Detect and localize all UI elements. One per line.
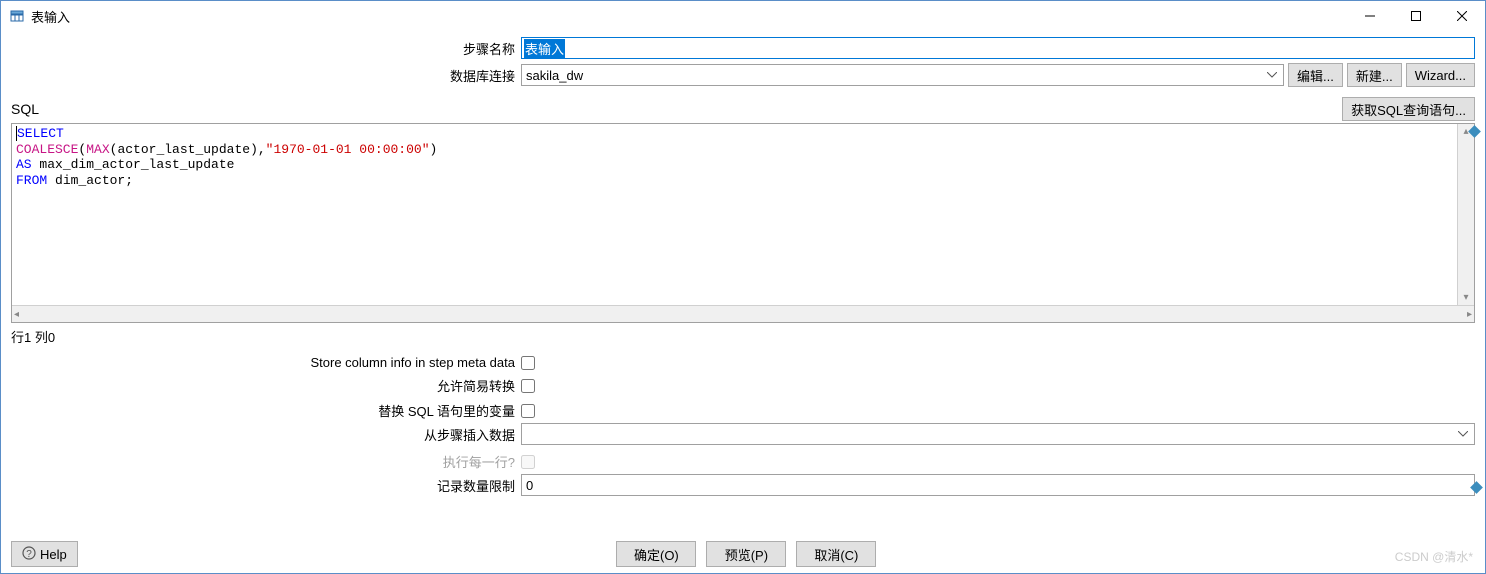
ok-button[interactable]: 确定(O) [616,541,696,567]
help-label: Help [40,547,67,562]
execute-each-row-label: 执行每一行? [11,452,521,471]
table-input-icon [9,8,25,24]
window-controls [1347,1,1485,31]
execute-each-row-row: 执行每一行? [11,452,1475,471]
help-button[interactable]: ? Help [11,541,78,567]
svg-text:?: ? [26,549,32,560]
bottom-bar: ? Help 确定(O) 预览(P) 取消(C) [1,535,1485,573]
insert-from-step-label: 从步骤插入数据 [11,425,521,444]
allow-lazy-row: 允许简易转换 [11,376,1475,395]
insert-from-step-select[interactable] [521,423,1475,445]
get-sql-button[interactable]: 获取SQL查询语句... [1342,97,1475,121]
minimize-button[interactable] [1347,1,1393,31]
close-button[interactable] [1439,1,1485,31]
replace-vars-row: 替换 SQL 语句里的变量 [11,401,1475,420]
store-meta-row: Store column info in step meta data [11,355,1475,370]
record-limit-label: 记录数量限制 [11,476,521,495]
sql-label: SQL [11,101,1342,117]
content-area: 步骤名称 表输入 数据库连接 sakila_dw 编辑... 新建... Wiz… [1,31,1485,535]
scroll-right-icon: ▸ [1467,309,1472,320]
step-name-label: 步骤名称 [11,39,521,58]
allow-lazy-label: 允许简易转换 [11,376,521,395]
record-limit-row: 记录数量限制 [11,474,1475,496]
titlebar: 表输入 [1,1,1485,31]
variable-indicator-icon [1470,124,1479,139]
step-name-input[interactable]: 表输入 [521,37,1475,59]
scroll-down-icon: ▾ [1463,292,1468,303]
dialog-window: 表输入 步骤名称 表输入 数据库连接 sakila_dw 编辑... 新建... [0,0,1486,574]
replace-vars-label: 替换 SQL 语句里的变量 [11,401,521,420]
horizontal-scrollbar[interactable]: ◂ ▸ [12,305,1474,322]
help-icon: ? [22,546,36,563]
db-connection-row: 数据库连接 sakila_dw 编辑... 新建... Wizard... [11,63,1475,87]
preview-button[interactable]: 预览(P) [706,541,786,567]
vertical-scrollbar[interactable]: ▴ ▾ [1457,124,1474,305]
record-limit-input[interactable] [521,474,1475,496]
maximize-button[interactable] [1393,1,1439,31]
store-meta-label: Store column info in step meta data [11,355,521,370]
execute-each-row-checkbox [521,455,535,469]
step-name-row: 步骤名称 表输入 [11,37,1475,59]
sql-editor-container: SELECT COALESCE(MAX(actor_last_update),"… [11,123,1475,323]
wizard-button[interactable]: Wizard... [1406,63,1475,87]
sql-editor[interactable]: SELECT COALESCE(MAX(actor_last_update),"… [12,124,1474,305]
window-title: 表输入 [31,7,1347,26]
store-meta-checkbox[interactable] [521,356,535,370]
allow-lazy-checkbox[interactable] [521,379,535,393]
scroll-left-icon: ◂ [14,309,19,320]
db-connection-label: 数据库连接 [11,66,521,85]
cursor-status: 行1 列0 [11,327,1475,346]
edit-button[interactable]: 编辑... [1288,63,1343,87]
step-name-value: 表输入 [524,39,565,58]
variable-indicator-icon [1472,480,1481,495]
cancel-button[interactable]: 取消(C) [796,541,876,567]
new-button[interactable]: 新建... [1347,63,1402,87]
sql-header: SQL 获取SQL查询语句... [11,97,1475,121]
db-connection-select[interactable]: sakila_dw [521,64,1284,86]
bottom-buttons: 确定(O) 预览(P) 取消(C) [78,541,1415,567]
replace-vars-checkbox[interactable] [521,404,535,418]
insert-from-step-row: 从步骤插入数据 [11,423,1475,445]
